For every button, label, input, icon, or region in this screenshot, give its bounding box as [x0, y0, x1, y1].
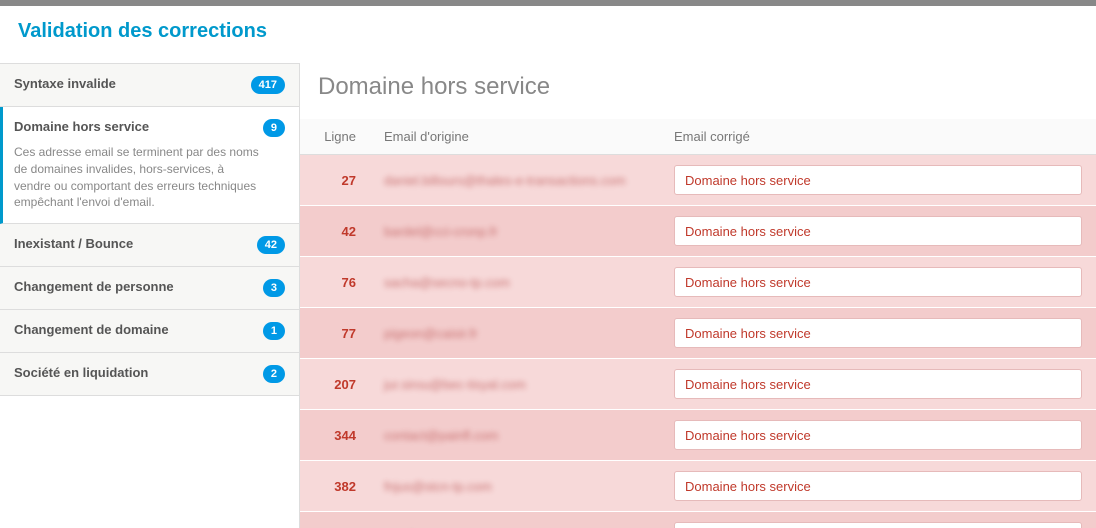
table-row: 435info@vega-tp.com — [300, 512, 1096, 528]
cell-line: 344 — [300, 410, 370, 461]
sidebar-item-description: Ces adresse email se terminent par des n… — [14, 144, 263, 211]
cell-email-corrige — [660, 155, 1096, 206]
cell-email-origine: jur.sirou@bec-tisyal.com — [370, 359, 660, 410]
sidebar-item-domaine-hors-service[interactable]: Domaine hors service Ces adresse email s… — [0, 107, 299, 224]
count-badge: 9 — [263, 119, 285, 137]
count-badge: 2 — [263, 365, 285, 383]
col-header-corr[interactable]: Email corrigé — [660, 119, 1096, 155]
table-row: 76sacha@secno-tp.com — [300, 257, 1096, 308]
sidebar: Syntaxe invalide 417 Domaine hors servic… — [0, 63, 300, 528]
count-badge: 42 — [257, 236, 285, 254]
cell-line: 207 — [300, 359, 370, 410]
email-corrige-input[interactable] — [674, 420, 1082, 450]
col-header-line[interactable]: Ligne — [300, 119, 370, 155]
cell-email-corrige — [660, 257, 1096, 308]
cell-email-origine: info@vega-tp.com — [370, 512, 660, 528]
email-corrige-input[interactable] — [674, 318, 1082, 348]
sidebar-item-label: Changement de personne — [14, 279, 174, 294]
table-row: 27daniel.billours@thales-e-transactions.… — [300, 155, 1096, 206]
cell-email-origine: bardel@cci-cronp.fr — [370, 206, 660, 257]
sidebar-item-syntaxe-invalide[interactable]: Syntaxe invalide 417 — [0, 63, 299, 107]
cell-email-corrige — [660, 512, 1096, 528]
email-corrige-input[interactable] — [674, 165, 1082, 195]
cell-email-origine: sacha@secno-tp.com — [370, 257, 660, 308]
table-row: 207jur.sirou@bec-tisyal.com — [300, 359, 1096, 410]
cell-email-origine: contact@painfl.com — [370, 410, 660, 461]
table-row: 77pigeon@caisir.fr — [300, 308, 1096, 359]
sidebar-item-changement-personne[interactable]: Changement de personne 3 — [0, 267, 299, 310]
email-corrige-input[interactable] — [674, 522, 1082, 528]
sidebar-item-label: Changement de domaine — [14, 322, 169, 337]
cell-line: 42 — [300, 206, 370, 257]
cell-line: 77 — [300, 308, 370, 359]
cell-line: 382 — [300, 461, 370, 512]
sidebar-item-label: Inexistant / Bounce — [14, 236, 133, 251]
email-corrige-input[interactable] — [674, 471, 1082, 501]
email-corrige-input[interactable] — [674, 369, 1082, 399]
main-panel: Domaine hors service Ligne Email d'origi… — [300, 63, 1096, 528]
count-badge: 3 — [263, 279, 285, 297]
main-title: Domaine hors service — [300, 63, 1096, 119]
cell-email-origine: fnjus@stcn-tp.com — [370, 461, 660, 512]
cell-email-origine: pigeon@caisir.fr — [370, 308, 660, 359]
table-row: 344contact@painfl.com — [300, 410, 1096, 461]
col-header-orig[interactable]: Email d'origine — [370, 119, 660, 155]
count-badge: 417 — [251, 76, 285, 94]
cell-email-corrige — [660, 206, 1096, 257]
sidebar-item-changement-domaine[interactable]: Changement de domaine 1 — [0, 310, 299, 353]
cell-email-corrige — [660, 359, 1096, 410]
content-area: Syntaxe invalide 417 Domaine hors servic… — [0, 63, 1096, 528]
cell-email-origine: daniel.billours@thales-e-transactions.co… — [370, 155, 660, 206]
sidebar-item-label: Syntaxe invalide — [14, 76, 116, 91]
cell-line: 76 — [300, 257, 370, 308]
sidebar-item-societe-liquidation[interactable]: Société en liquidation 2 — [0, 353, 299, 396]
sidebar-item-label: Société en liquidation — [14, 365, 148, 380]
table-row: 42bardel@cci-cronp.fr — [300, 206, 1096, 257]
table-row: 382fnjus@stcn-tp.com — [300, 461, 1096, 512]
page-title: Validation des corrections — [0, 6, 1096, 63]
cell-email-corrige — [660, 410, 1096, 461]
count-badge: 1 — [263, 322, 285, 340]
email-corrige-input[interactable] — [674, 267, 1082, 297]
cell-line: 435 — [300, 512, 370, 528]
cell-email-corrige — [660, 461, 1096, 512]
email-corrige-input[interactable] — [674, 216, 1082, 246]
cell-line: 27 — [300, 155, 370, 206]
corrections-table: Ligne Email d'origine Email corrigé 27da… — [300, 119, 1096, 528]
sidebar-item-label: Domaine hors service — [14, 119, 263, 134]
cell-email-corrige — [660, 308, 1096, 359]
sidebar-item-inexistant-bounce[interactable]: Inexistant / Bounce 42 — [0, 224, 299, 267]
